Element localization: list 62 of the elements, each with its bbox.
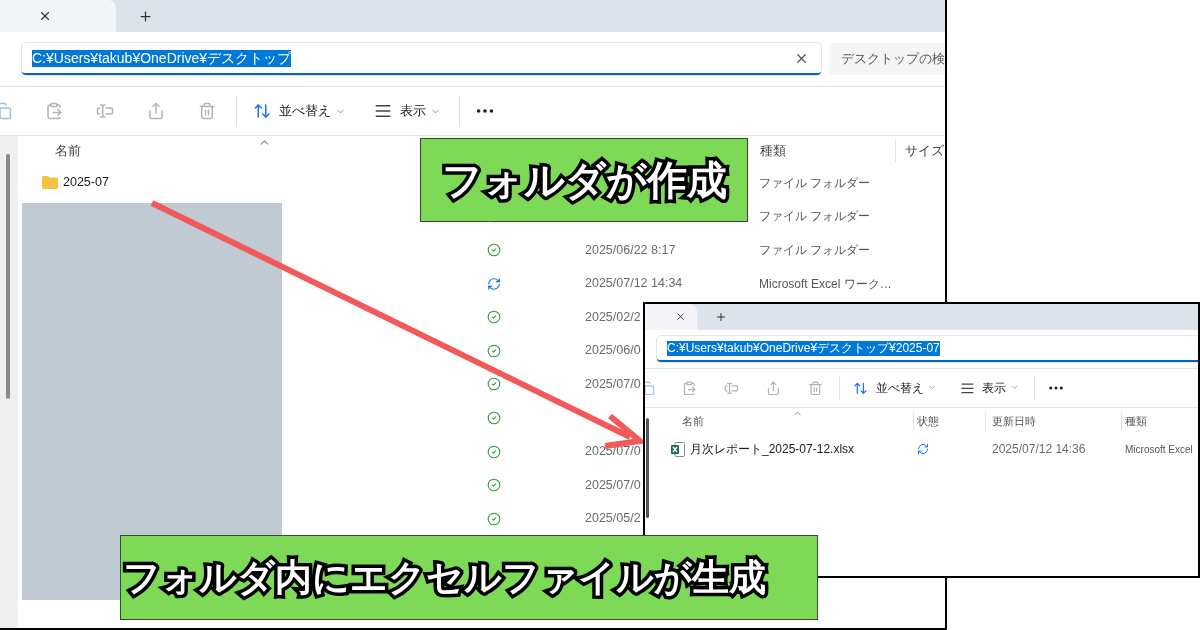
scrollbar-thumb[interactable] [6,154,10,399]
sync-icon [917,443,929,455]
view-button[interactable]: 表示 [374,101,441,121]
date-cell-text: 2025/07/12 14:34 [585,275,683,293]
paste-icon[interactable] [45,102,63,120]
close-icon[interactable] [38,9,52,23]
file-item[interactable]: 月次レポート_2025-07-12.xlsx [671,440,855,458]
sort-button[interactable]: 並べ替え [253,101,346,121]
share-icon[interactable] [765,380,781,396]
date-cell-text: 2025/07/12 14:36 [992,441,1086,458]
check-circle-icon [487,343,501,358]
column-header[interactable]: 種類 [760,142,786,161]
new-tab-icon[interactable] [138,8,153,24]
column-header[interactable]: 種類 [1125,413,1147,430]
address-field[interactable]: C:¥Users¥takub¥OneDrive¥デスクトップ [22,43,821,75]
close-icon[interactable] [675,311,687,323]
list-icon [374,102,392,120]
view-button[interactable]: 表示 [959,379,1020,397]
date-cell-text: 2025/06/0 [585,342,641,360]
date-cell-text: 2025/06/22 8:17 [585,241,676,259]
check-circle-icon [487,243,501,257]
column-header[interactable]: 名前 [55,142,81,161]
column-header[interactable]: 名前 [682,413,704,430]
type-cell-text: Microsoft Excel [1125,442,1193,457]
type-cell-text: ファイル フォルダー [759,242,871,259]
check-circle-icon [487,377,501,392]
address-field[interactable]: C:¥Users¥takub¥OneDrive¥デスクトップ¥2025-07 [657,336,1198,362]
check-circle-icon [487,478,501,493]
date-cell-text: 2025/07/0 [585,476,641,494]
type-cell-text: ファイル フォルダー [759,174,871,192]
folder-item[interactable]: 2025-07 [42,173,109,193]
scrollbar-thumb[interactable] [646,418,649,518]
share-icon[interactable] [147,102,165,120]
callout-label: フォルダ内にエクセルファイルが生成 [120,535,818,620]
rename-icon[interactable] [96,102,114,120]
folder-icon [42,176,58,190]
sort-button[interactable]: 並べ替え [852,379,937,397]
date-cell-text: 2025/02/2 [585,308,641,326]
new-tab-icon[interactable] [714,311,727,323]
column-header[interactable]: 更新日時 [992,413,1036,430]
date-cell-text: 2025/05/2 [585,510,641,528]
check-circle-icon [487,511,501,526]
callout-label: フォルダが作成 [420,138,748,222]
copy-icon[interactable] [645,380,656,396]
delete-icon[interactable] [807,380,823,396]
sort-icon [852,380,868,396]
sort-icon [253,102,271,120]
sync-icon [487,276,501,291]
delete-icon[interactable] [198,102,216,120]
spreadsheet-icon [671,441,685,457]
search-field[interactable]: デスクトップの検 [829,43,945,75]
rename-icon[interactable] [724,380,739,396]
type-cell-text: Microsoft Excel ワーク… [759,275,892,293]
paste-icon[interactable] [682,380,697,396]
check-circle-icon [487,444,501,459]
column-header[interactable]: サイズ [905,142,944,161]
list-icon [959,380,975,396]
date-cell-text: 2025/07/0 [585,376,641,393]
check-circle-icon [487,310,501,325]
type-cell-text: ファイル フォルダー [759,208,871,226]
check-circle-icon [487,410,501,425]
column-header[interactable]: 状態 [917,413,939,430]
